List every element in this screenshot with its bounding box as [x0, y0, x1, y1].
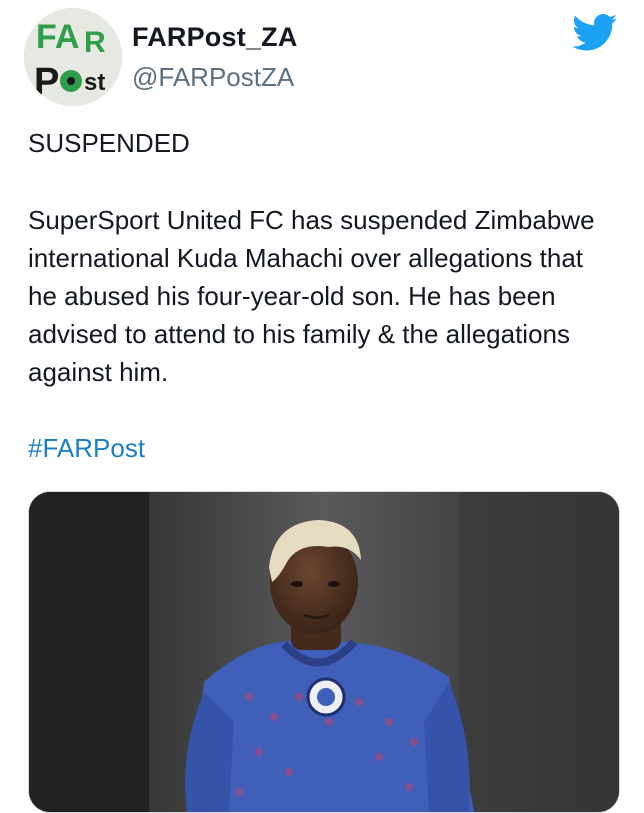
display-name[interactable]: FARPost_ZA — [132, 22, 298, 53]
svg-text:st: st — [84, 69, 105, 96]
tweet-headline: SUSPENDED — [28, 128, 190, 158]
svg-text:R: R — [84, 26, 106, 59]
tweet-header: FA R P st FARPost_ZA @FARPostZA — [0, 0, 644, 110]
avatar[interactable]: FA R P st — [24, 8, 122, 106]
svg-text:FA: FA — [36, 18, 79, 56]
svg-text:P: P — [34, 61, 59, 103]
hashtag-link[interactable]: #FARPost — [28, 429, 618, 467]
twitter-bird-icon — [572, 14, 618, 52]
far-post-logo: FA R P st — [24, 8, 122, 106]
tweet-photo[interactable] — [28, 491, 620, 813]
tweet-body: SuperSport United FC has suspended Zimba… — [28, 205, 595, 387]
player-photo — [29, 492, 619, 812]
account-handle[interactable]: @FARPostZA — [132, 62, 294, 93]
